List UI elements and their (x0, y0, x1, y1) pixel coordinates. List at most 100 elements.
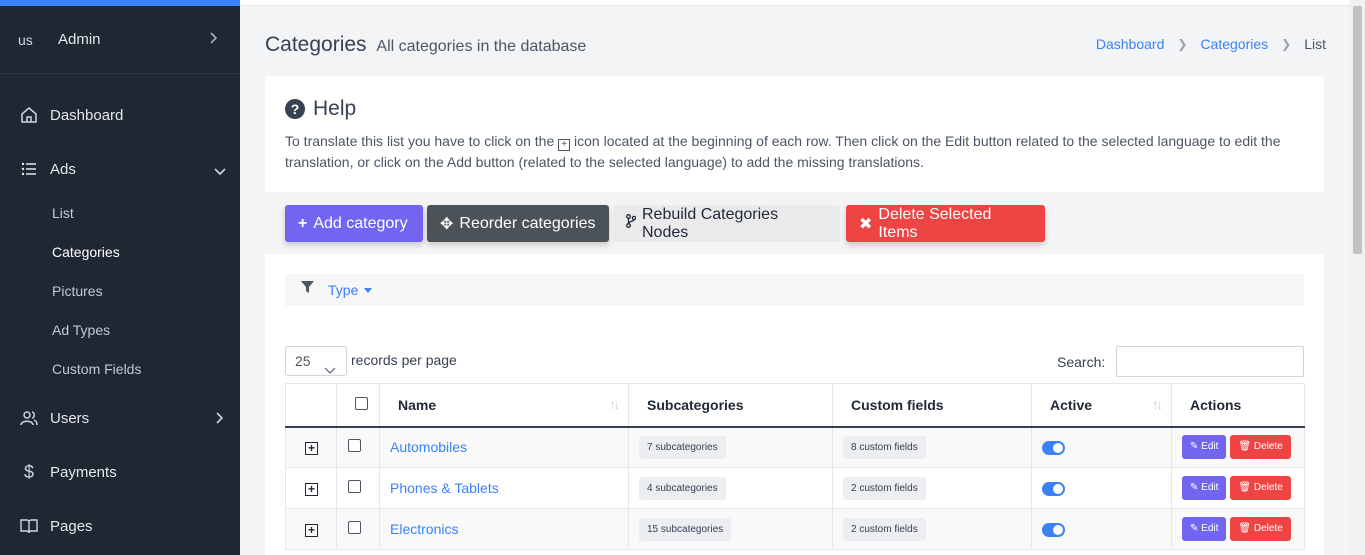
sidebar-item-dashboard[interactable]: Dashboard (0, 100, 240, 130)
active-toggle[interactable] (1042, 441, 1065, 456)
per-page-label: records per page (351, 352, 457, 368)
edit-button[interactable]: ✎ Edit (1182, 517, 1227, 541)
filter-icon (301, 281, 314, 299)
search-label: Search: (1057, 354, 1106, 370)
custom-fields-badge[interactable]: 2 custom fields (843, 517, 926, 541)
sidebar-subitem-custom-fields[interactable]: Custom Fields (52, 361, 141, 377)
sidebar-item-ads[interactable]: Ads (0, 154, 240, 184)
main-content: Categories All categories in the databas… (240, 0, 1350, 555)
delete-label: Delete (1253, 482, 1283, 493)
user-menu[interactable]: us Admin (0, 6, 240, 74)
expand-cell: + (285, 426, 337, 468)
delete-label: Delete (1253, 523, 1283, 534)
expand-cell: + (285, 508, 337, 550)
book-icon (20, 517, 38, 535)
subcategories-cell: 4 subcategories (628, 467, 833, 509)
custom-fields-cell: 2 custom fields (832, 508, 1032, 550)
page-subtitle: All categories in the database (376, 38, 587, 55)
type-filter-label: Type (328, 282, 359, 298)
type-filter-dropdown[interactable]: Type (328, 282, 373, 298)
scrollbar-thumb[interactable] (1353, 6, 1362, 254)
active-cell (1031, 467, 1172, 509)
reorder-categories-button[interactable]: ✥ Reorder categories (427, 205, 609, 242)
help-text: To translate this list you have to click… (285, 131, 1305, 173)
add-category-button[interactable]: + Add category (285, 205, 423, 242)
edit-label: Edit (1201, 441, 1219, 453)
code-branch-icon (626, 214, 637, 233)
breadcrumb: Dashboard ❯ Categories ❯ List (1096, 36, 1326, 52)
sidebar-subitem-pictures[interactable]: Pictures (52, 283, 103, 299)
subcategories-cell: 15 subcategories (628, 508, 833, 550)
page-scrollbar[interactable] (1350, 0, 1365, 555)
sidebar-subitem-categories[interactable]: Categories (52, 244, 120, 260)
reorder-categories-label: Reorder categories (459, 214, 596, 232)
list-panel: Type 25 records per page Search: Name ↑↓… (265, 254, 1324, 555)
sidebar-item-label: Dashboard (50, 106, 124, 124)
select-all-checkbox[interactable] (355, 396, 368, 410)
delete-label: Delete (1253, 441, 1283, 453)
edit-button[interactable]: ✎ Edit (1182, 476, 1227, 500)
breadcrumb-dashboard[interactable]: Dashboard (1096, 36, 1165, 52)
sort-icon: ↑↓ (1152, 397, 1163, 412)
edit-label: Edit (1201, 523, 1219, 534)
column-header-label: Name (398, 396, 437, 413)
sidebar-subitem-ad-types[interactable]: Ad Types (52, 322, 110, 338)
times-icon: ✖ (859, 215, 873, 233)
top-navbar (240, 0, 1350, 6)
column-header-label: Actions (1190, 396, 1242, 413)
custom-fields-cell: 8 custom fields (832, 426, 1032, 468)
column-header-label: Active (1050, 396, 1093, 413)
sidebar-item-pages[interactable]: Pages (0, 511, 240, 541)
users-icon (20, 409, 38, 427)
active-toggle[interactable] (1042, 523, 1065, 538)
sidebar-subitem-list[interactable]: List (52, 205, 74, 221)
custom-fields-badge[interactable]: 8 custom fields (843, 435, 926, 459)
sidebar-item-payments[interactable]: $ Payments (0, 457, 240, 487)
per-page-value: 25 (295, 353, 311, 369)
chevron-right-icon (216, 411, 226, 429)
delete-selected-button[interactable]: ✖ Delete Selected Items (846, 205, 1045, 242)
expand-row-icon[interactable]: + (305, 483, 318, 496)
edit-label: Edit (1201, 482, 1219, 493)
column-header-name[interactable]: Name ↑↓ (379, 383, 629, 428)
delete-button[interactable]: 🗑 Delete (1230, 435, 1291, 460)
page-title: Categories All categories in the databas… (265, 33, 586, 57)
row-checkbox[interactable] (348, 480, 361, 493)
sidebar-item-users[interactable]: Users (0, 403, 240, 433)
arrows-move-icon: ✥ (440, 215, 454, 233)
subcategories-badge[interactable]: 4 subcategories (639, 476, 726, 500)
active-cell (1031, 426, 1172, 468)
categories-table: Name ↑↓ Subcategories Custom fields Acti… (285, 383, 1305, 550)
plus-icon: + (298, 214, 308, 232)
chevron-down-icon (214, 162, 226, 181)
active-toggle[interactable] (1042, 482, 1065, 497)
column-header-active[interactable]: Active ↑↓ (1031, 383, 1172, 428)
category-name-link[interactable]: Electronics (390, 521, 458, 537)
edit-button[interactable]: ✎ Edit (1182, 435, 1227, 460)
breadcrumb-categories[interactable]: Categories (1200, 36, 1268, 52)
category-name-link[interactable]: Phones & Tablets (390, 480, 499, 496)
delete-button[interactable]: 🗑 Delete (1230, 517, 1291, 541)
filter-bar: Type (285, 274, 1304, 306)
row-checkbox[interactable] (348, 521, 361, 534)
sidebar: us Admin Dashboard Ads List Categories P… (0, 0, 240, 555)
expand-column-header (285, 383, 337, 428)
subcategories-badge[interactable]: 7 subcategories (639, 435, 726, 459)
subcategories-cell: 7 subcategories (628, 426, 833, 468)
breadcrumb-separator-icon: ❯ (1281, 37, 1292, 51)
action-toolbar: + Add category ✥ Reorder categories Rebu… (265, 192, 1324, 254)
page-title-text: Categories (265, 33, 367, 56)
rebuild-nodes-button[interactable]: Rebuild Categories Nodes (613, 205, 840, 242)
delete-button[interactable]: 🗑 Delete (1230, 476, 1291, 500)
expand-row-icon[interactable]: + (305, 442, 318, 456)
search-input[interactable] (1116, 346, 1304, 377)
custom-fields-cell: 2 custom fields (832, 467, 1032, 509)
row-checkbox[interactable] (348, 439, 361, 453)
expand-row-icon[interactable]: + (305, 524, 318, 537)
per-page-select[interactable]: 25 (285, 346, 347, 376)
custom-fields-badge[interactable]: 2 custom fields (843, 476, 926, 500)
help-text-before: To translate this list you have to click… (285, 133, 555, 149)
subcategories-badge[interactable]: 15 subcategories (639, 517, 732, 541)
avatar: us (18, 31, 33, 48)
category-name-link[interactable]: Automobiles (390, 439, 467, 455)
